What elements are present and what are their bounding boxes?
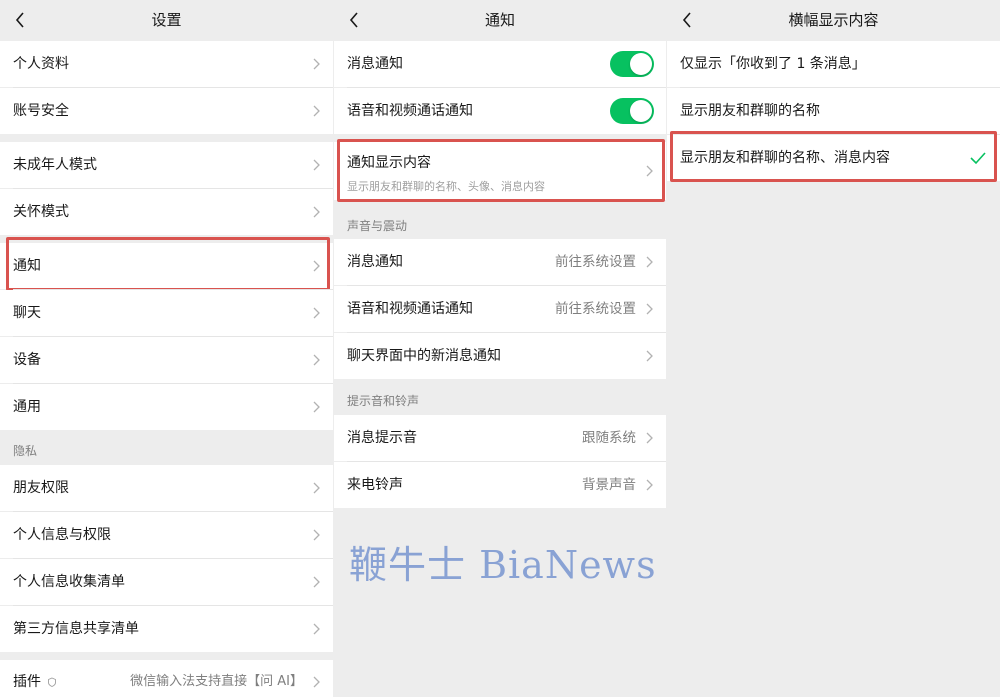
display-content-label: 通知显示内容	[347, 155, 431, 171]
message-notify-toggle[interactable]	[610, 51, 654, 77]
notifications-topbar: 通知	[334, 0, 666, 40]
chevron-right-icon	[311, 142, 321, 188]
settings-item-friend-permissions[interactable]: 朋友权限	[0, 465, 333, 511]
sound-message-label: 消息通知	[347, 254, 403, 270]
chevron-right-icon	[311, 512, 321, 558]
call-notify-toggle[interactable]	[610, 98, 654, 124]
chevron-right-icon	[644, 415, 654, 461]
sound-call-label: 语音和视频通话通知	[347, 301, 473, 317]
chevron-right-icon	[644, 462, 654, 508]
option-name-only[interactable]: 显示朋友和群聊的名称	[667, 88, 1000, 134]
settings-item-label: 设备	[13, 352, 41, 368]
settings-item-label: 关怀模式	[13, 204, 69, 220]
settings-item-label: 朋友权限	[13, 480, 69, 496]
settings-item-profile[interactable]: 个人资料	[0, 41, 333, 87]
chevron-right-icon	[311, 384, 321, 430]
page-title: 设置	[151, 11, 182, 29]
chevron-right-icon	[311, 88, 321, 134]
settings-item-label: 未成年人模式	[13, 157, 97, 173]
section-label-privacy: 隐私	[13, 444, 38, 458]
settings-item-label: 通用	[13, 399, 41, 415]
back-button[interactable]	[675, 6, 699, 34]
message-notify-row: 消息通知	[334, 41, 666, 87]
settings-item-devices[interactable]: 设备	[0, 337, 333, 383]
settings-item-minor-mode[interactable]: 未成年人模式	[0, 142, 333, 188]
option-name-and-content[interactable]: 显示朋友和群聊的名称、消息内容	[667, 135, 1000, 181]
settings-item-info-collection-list[interactable]: 个人信息收集清单	[0, 559, 333, 605]
option-label: 仅显示「你收到了 1 条消息」	[680, 56, 866, 72]
settings-item-label: 聊天	[13, 305, 41, 321]
settings-item-label: 账号安全	[13, 103, 69, 119]
section-label-ringtone: 提示音和铃声	[347, 394, 420, 408]
watermark-logo: 鞭牛士 BiaNews	[349, 543, 657, 587]
ring-call-value: 背景声音	[582, 477, 636, 493]
chevron-right-icon	[644, 142, 654, 200]
chevron-right-icon	[644, 333, 654, 379]
chat-new-message-label: 聊天界面中的新消息通知	[347, 348, 501, 364]
page-title: 横幅显示内容	[788, 11, 879, 29]
settings-item-plugins[interactable]: 插件 微信输入法支持直接【问 AI】	[0, 660, 333, 697]
shield-icon	[48, 677, 56, 687]
back-button[interactable]	[8, 6, 32, 34]
chevron-right-icon	[311, 606, 321, 652]
settings-topbar: 设置	[0, 0, 333, 40]
ring-call-row[interactable]: 来电铃声 背景声音	[334, 462, 666, 508]
chevron-left-icon	[15, 12, 24, 28]
display-content-row[interactable]: 通知显示内容 显示朋友和群聊的名称、头像、消息内容	[334, 142, 666, 200]
sound-message-row[interactable]: 消息通知 前往系统设置	[334, 239, 666, 285]
message-notify-label: 消息通知	[347, 56, 403, 72]
banner-content-panel: 横幅显示内容 仅显示「你收到了 1 条消息」 显示朋友和群聊的名称 显示朋友和群…	[667, 0, 1000, 697]
settings-item-label: 个人信息收集清单	[13, 574, 125, 590]
settings-item-chat[interactable]: 聊天	[0, 290, 333, 336]
chevron-right-icon	[644, 286, 654, 332]
option-count-only[interactable]: 仅显示「你收到了 1 条消息」	[667, 41, 1000, 87]
chevron-right-icon	[311, 189, 321, 235]
sound-message-value: 前往系统设置	[555, 254, 636, 270]
section-label-sound: 声音与震动	[347, 219, 408, 233]
chevron-right-icon	[311, 465, 321, 511]
settings-item-label: 插件	[13, 674, 41, 690]
ring-call-label: 来电铃声	[347, 477, 403, 493]
chevron-right-icon	[311, 559, 321, 605]
page-title: 通知	[484, 11, 515, 29]
sound-call-row[interactable]: 语音和视频通话通知 前往系统设置	[334, 286, 666, 332]
chevron-right-icon	[311, 337, 321, 383]
settings-item-label: 通知	[13, 258, 41, 274]
banner-topbar: 横幅显示内容	[667, 0, 1000, 40]
chevron-right-icon	[311, 243, 321, 289]
toggle-knob	[630, 100, 652, 122]
settings-item-personal-info-permissions[interactable]: 个人信息与权限	[0, 512, 333, 558]
toggle-knob	[630, 53, 652, 75]
ring-message-row[interactable]: 消息提示音 跟随系统	[334, 415, 666, 461]
chevron-right-icon	[311, 660, 321, 697]
chevron-right-icon	[311, 290, 321, 336]
option-label: 显示朋友和群聊的名称	[680, 103, 820, 119]
plugin-promo-text: 微信输入法支持直接【问 AI】	[130, 674, 303, 689]
chevron-left-icon	[349, 12, 358, 28]
settings-item-label: 第三方信息共享清单	[13, 621, 139, 637]
sound-call-value: 前往系统设置	[555, 301, 636, 317]
settings-panel: 设置 个人资料 账号安全 未成年人模式 关怀模式 通知 聊天 设备 通用 隐私	[0, 0, 333, 697]
option-label: 显示朋友和群聊的名称、消息内容	[680, 150, 890, 166]
settings-item-general[interactable]: 通用	[0, 384, 333, 430]
ring-message-label: 消息提示音	[347, 430, 417, 446]
notifications-panel: 通知 消息通知 语音和视频通话通知 通知显示内容 显示朋友和群聊的名称、头像、消…	[334, 0, 666, 697]
call-notify-row: 语音和视频通话通知	[334, 88, 666, 134]
settings-item-third-party-sharing[interactable]: 第三方信息共享清单	[0, 606, 333, 652]
back-button[interactable]	[342, 6, 366, 34]
chat-new-message-row[interactable]: 聊天界面中的新消息通知	[334, 333, 666, 379]
settings-item-label: 个人资料	[13, 56, 69, 72]
ring-message-value: 跟随系统	[582, 430, 636, 446]
settings-item-care-mode[interactable]: 关怀模式	[0, 189, 333, 235]
settings-item-label: 个人信息与权限	[13, 527, 111, 543]
chevron-right-icon	[311, 41, 321, 87]
settings-item-notifications[interactable]: 通知	[0, 243, 333, 289]
display-content-subtitle: 显示朋友和群聊的名称、头像、消息内容	[347, 180, 545, 193]
call-notify-label: 语音和视频通话通知	[347, 103, 473, 119]
chevron-right-icon	[644, 239, 654, 285]
chevron-left-icon	[682, 12, 691, 28]
settings-item-account-security[interactable]: 账号安全	[0, 88, 333, 134]
checkmark-icon	[970, 152, 986, 165]
